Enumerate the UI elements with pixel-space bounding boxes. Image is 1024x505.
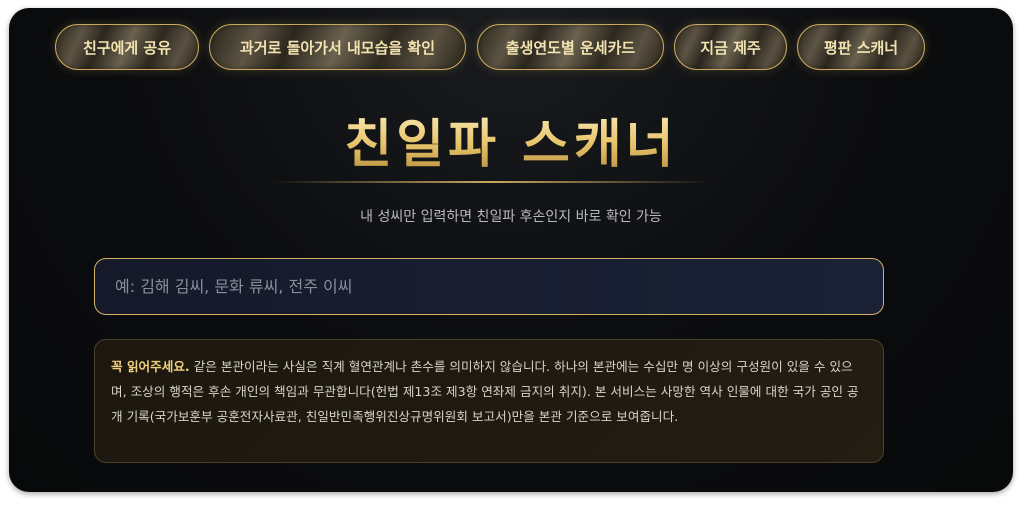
- page-title: 친일파 스캐너: [9, 102, 1013, 177]
- page-subtitle: 내 성씨만 입력하면 친일파 후손인지 바로 확인 가능: [360, 209, 662, 225]
- jeju-now-button[interactable]: 지금 제주: [674, 24, 787, 70]
- notice-heading: 꼭 읽어주세요.: [111, 359, 190, 374]
- share-friend-button[interactable]: 친구에게 공유: [55, 24, 199, 70]
- surname-search-input[interactable]: [94, 258, 884, 315]
- notice-body: 같은 본관이라는 사실은 직계 혈연관계나 촌수를 의미하지 않습니다. 하나의…: [111, 359, 859, 424]
- app-window: 친구에게 공유 과거로 돌아가서 내모습을 확인 출생연도별 운세카드 지금 제…: [9, 8, 1013, 492]
- reputation-scanner-button[interactable]: 평판 스캐너: [797, 24, 925, 70]
- fortune-card-button[interactable]: 출생연도별 운세카드: [477, 24, 664, 70]
- past-self-button[interactable]: 과거로 돌아가서 내모습을 확인: [209, 24, 466, 70]
- title-divider: [271, 181, 711, 183]
- notice-box: 꼭 읽어주세요. 같은 본관이라는 사실은 직계 혈연관계나 촌수를 의미하지 …: [94, 339, 884, 463]
- top-nav: 친구에게 공유 과거로 돌아가서 내모습을 확인 출생연도별 운세카드 지금 제…: [9, 24, 1013, 74]
